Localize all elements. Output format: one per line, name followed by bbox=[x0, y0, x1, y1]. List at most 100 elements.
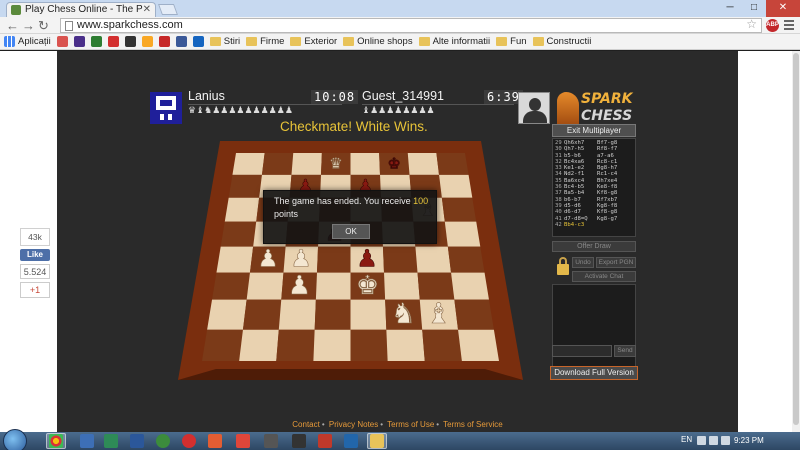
board-square[interactable] bbox=[384, 272, 420, 300]
bookmark-constructii[interactable]: Constructii bbox=[532, 36, 591, 47]
bookmark-stiri[interactable]: Stiri bbox=[209, 36, 240, 47]
taskbar-app-icon[interactable] bbox=[80, 434, 94, 448]
board-square[interactable] bbox=[207, 299, 247, 330]
exit-multiplayer-button[interactable]: Exit Multiplayer bbox=[552, 124, 636, 137]
bookmark-icon-9[interactable] bbox=[192, 36, 204, 47]
bookmark-fun[interactable]: Fun bbox=[496, 36, 527, 47]
board-square[interactable] bbox=[212, 272, 250, 300]
tray-volume-icon[interactable] bbox=[721, 436, 730, 445]
bookmark-icon-1[interactable] bbox=[56, 36, 68, 47]
board-square[interactable] bbox=[228, 174, 262, 198]
board-square[interactable] bbox=[415, 246, 452, 273]
chess-board[interactable]: ♛♚♟♟♝♟♟♟♟♚♞♝♟ bbox=[178, 139, 523, 380]
black-piece[interactable]: ♟ bbox=[356, 244, 378, 273]
address-bar[interactable]: www.sparkchess.com ☆ bbox=[60, 18, 762, 33]
word-taskbar-icon[interactable] bbox=[130, 434, 144, 448]
board-square[interactable] bbox=[246, 272, 284, 300]
board-square[interactable] bbox=[220, 221, 257, 247]
bookmark-icon-2[interactable] bbox=[73, 36, 85, 47]
board-square[interactable] bbox=[447, 246, 485, 273]
forward-icon[interactable]: → bbox=[22, 18, 35, 33]
google-plus-button[interactable]: +1 bbox=[20, 282, 50, 298]
board-square[interactable] bbox=[382, 246, 418, 273]
bookmark-exterior[interactable]: Exterior bbox=[290, 36, 337, 47]
board-square[interactable] bbox=[313, 329, 351, 361]
facebook-like-button[interactable]: Like bbox=[20, 249, 50, 261]
board-square[interactable] bbox=[232, 153, 265, 175]
board-square[interactable] bbox=[315, 272, 351, 300]
page-scrollbar[interactable] bbox=[792, 51, 800, 432]
board-square[interactable] bbox=[407, 153, 440, 175]
black-piece[interactable]: ♚ bbox=[387, 154, 401, 173]
taskbar-text-app-icon[interactable] bbox=[264, 434, 278, 448]
footer-terms-use-link[interactable]: Terms of Use bbox=[387, 420, 434, 429]
bookmark-icon-4[interactable] bbox=[107, 36, 119, 47]
bookmark-icon-7[interactable] bbox=[158, 36, 170, 47]
footer-contact-link[interactable]: Contact bbox=[292, 420, 320, 429]
white-piece[interactable]: ♟ bbox=[287, 271, 311, 302]
white-piece[interactable]: ♛ bbox=[329, 154, 343, 173]
bookmark-icon-5[interactable] bbox=[124, 36, 136, 47]
chat-input[interactable] bbox=[552, 345, 612, 357]
browser-tab[interactable]: Play Chess Online - The P ✕ bbox=[6, 2, 156, 17]
offer-draw-button[interactable]: Offer Draw bbox=[552, 241, 636, 252]
board-square[interactable] bbox=[451, 272, 489, 300]
board-square[interactable] bbox=[276, 329, 315, 361]
maximize-button[interactable]: □ bbox=[742, 0, 766, 17]
taskbar-blue-app-icon[interactable] bbox=[344, 434, 358, 448]
taskbar-dark-app-icon[interactable] bbox=[292, 434, 306, 448]
taskbar-filezilla-icon[interactable] bbox=[236, 434, 250, 448]
footer-privacy-link[interactable]: Privacy Notes bbox=[329, 420, 378, 429]
white-piece[interactable]: ♝ bbox=[426, 297, 452, 331]
board-square[interactable] bbox=[350, 329, 388, 361]
ok-button[interactable]: OK bbox=[332, 224, 370, 239]
send-button[interactable]: Send bbox=[614, 345, 636, 357]
scrollbar-thumb[interactable] bbox=[793, 53, 799, 425]
board-square[interactable] bbox=[386, 329, 425, 361]
board-square[interactable] bbox=[216, 246, 254, 273]
bookmark-alte-informatii[interactable]: Alte informatii bbox=[418, 36, 490, 47]
board-square[interactable] bbox=[261, 153, 294, 175]
bookmark-online-shops[interactable]: Online shops bbox=[343, 36, 413, 47]
board-square[interactable] bbox=[224, 197, 260, 222]
reload-icon[interactable]: ↻ bbox=[38, 18, 49, 33]
tab-close-icon[interactable]: ✕ bbox=[143, 3, 151, 17]
language-indicator[interactable]: EN bbox=[681, 435, 692, 444]
board-square[interactable] bbox=[444, 221, 481, 247]
board-square[interactable] bbox=[436, 153, 469, 175]
download-full-version-button[interactable]: Download Full Version bbox=[550, 366, 638, 380]
clock[interactable]: 9:23 PM bbox=[734, 436, 764, 445]
move-row[interactable]: 42 Bb4-c3 bbox=[555, 222, 633, 228]
excel-taskbar-icon[interactable] bbox=[104, 434, 118, 448]
white-piece[interactable]: ♟ bbox=[290, 244, 312, 273]
bookmark-star-icon[interactable]: ☆ bbox=[746, 18, 757, 31]
tray-network-icon[interactable] bbox=[709, 436, 718, 445]
chrome-taskbar-icon[interactable] bbox=[49, 434, 63, 448]
chrome-menu-icon[interactable] bbox=[784, 20, 794, 30]
board-square[interactable] bbox=[439, 174, 473, 198]
board-square[interactable] bbox=[239, 329, 279, 361]
taskbar-green-app-icon[interactable] bbox=[156, 434, 170, 448]
export-pgn-button[interactable]: Export PGN bbox=[596, 257, 636, 268]
adblock-icon[interactable]: ABP bbox=[766, 19, 779, 32]
start-button-icon[interactable] bbox=[3, 429, 27, 450]
bookmark-icon-6[interactable] bbox=[141, 36, 153, 47]
board-square[interactable] bbox=[316, 246, 351, 273]
taskbar-orange-app-icon[interactable] bbox=[208, 434, 222, 448]
white-piece[interactable]: ♚ bbox=[356, 271, 380, 302]
taskbar-red-app-icon[interactable] bbox=[182, 434, 196, 448]
white-piece[interactable]: ♟ bbox=[257, 244, 279, 273]
minimize-button[interactable]: ─ bbox=[718, 0, 742, 17]
board-square[interactable] bbox=[417, 272, 455, 300]
close-window-button[interactable]: ✕ bbox=[766, 0, 800, 17]
board-square[interactable] bbox=[454, 299, 494, 330]
board-square[interactable] bbox=[441, 197, 477, 222]
white-piece[interactable]: ♞ bbox=[390, 297, 416, 331]
board-square[interactable] bbox=[458, 329, 499, 361]
board-square[interactable] bbox=[291, 153, 322, 175]
bookmark-aplica-ii[interactable]: Aplicații bbox=[4, 36, 51, 47]
bookmark-firme[interactable]: Firme bbox=[246, 36, 284, 47]
board-square[interactable] bbox=[242, 299, 282, 330]
tray-up-icon[interactable] bbox=[697, 436, 706, 445]
undo-button[interactable]: Undo bbox=[572, 257, 594, 268]
